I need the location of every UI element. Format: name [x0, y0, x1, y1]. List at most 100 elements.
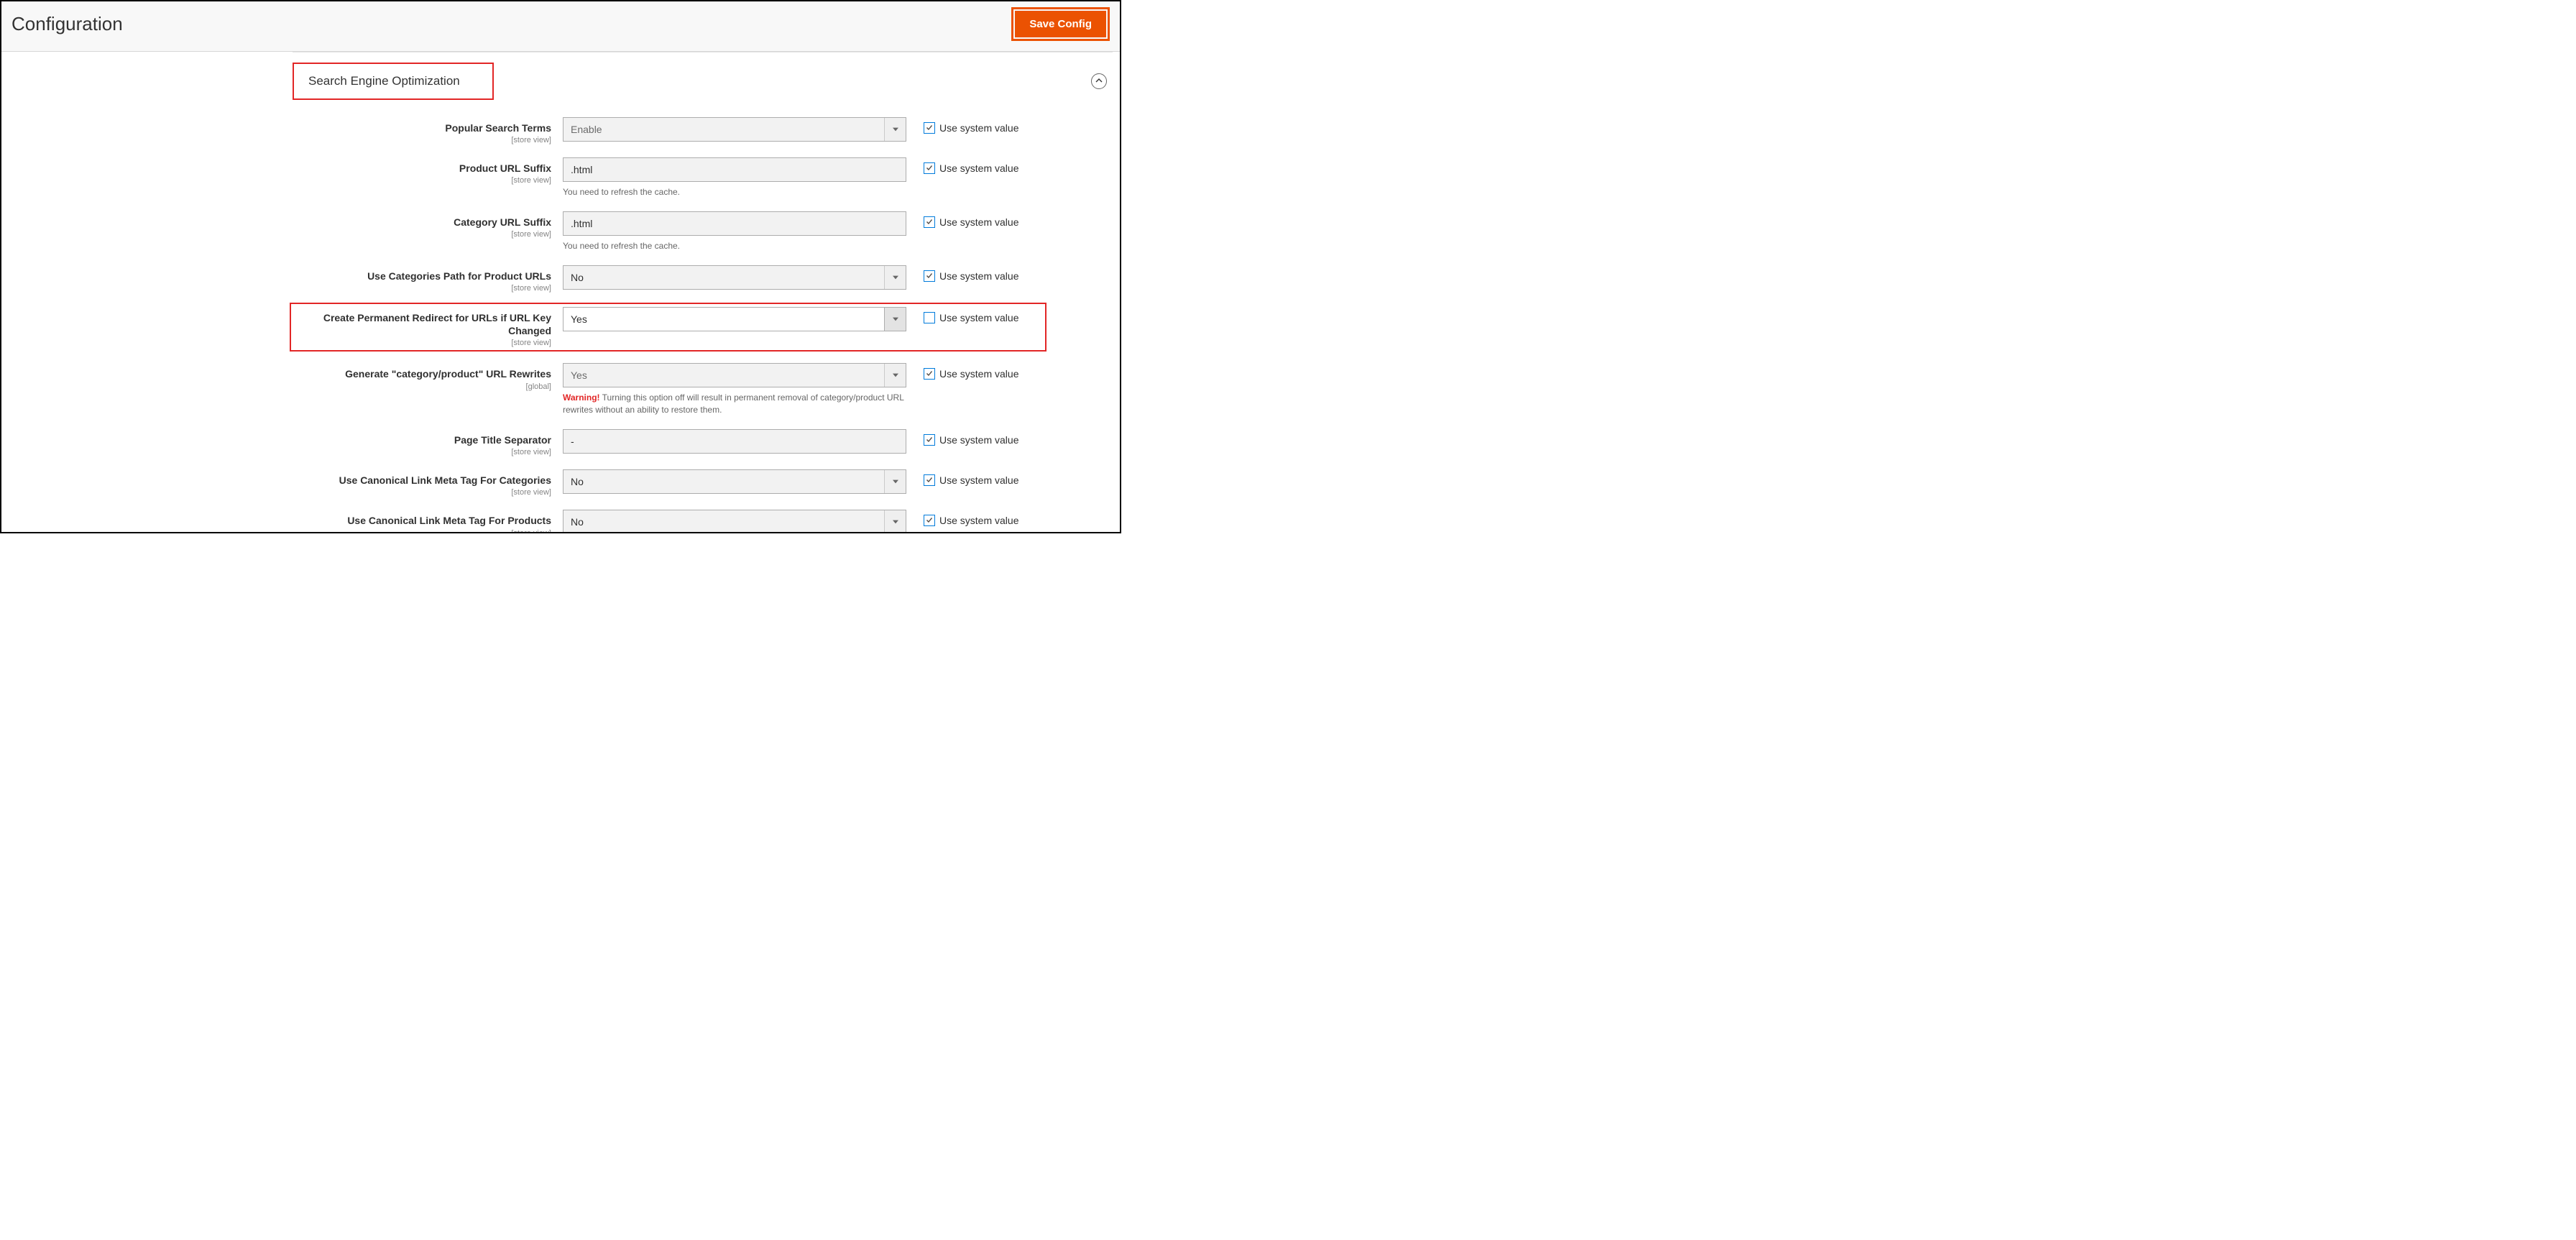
field-label-col: Generate "category/product" URL Rewrites… — [293, 363, 563, 390]
use-categories-path-select[interactable]: No — [563, 265, 906, 290]
popular-search-terms-select[interactable]: Enable — [563, 117, 906, 142]
checkbox-icon — [924, 122, 935, 134]
select-value: No — [564, 272, 884, 283]
field-scope: [store view] — [293, 284, 551, 293]
field-label-col: Category URL Suffix [store view] — [293, 211, 563, 239]
field-scope: [store view] — [293, 488, 551, 497]
field-page-title-separator: Page Title Separator [store view] - Use … — [293, 426, 1113, 458]
field-control: Yes — [563, 307, 908, 331]
use-system-value[interactable]: Use system value — [908, 510, 1018, 526]
chevron-down-icon — [884, 266, 906, 289]
field-label-col: Popular Search Terms [store view] — [293, 117, 563, 144]
field-control: No — [563, 469, 908, 494]
select-value: Enable — [564, 124, 884, 135]
field-label: Use Canonical Link Meta Tag For Products — [347, 515, 551, 526]
field-label: Create Permanent Redirect for URLs if UR… — [323, 312, 551, 336]
field-label-col: Page Title Separator [store view] — [293, 429, 563, 456]
field-canonical-products: Use Canonical Link Meta Tag For Products… — [293, 507, 1113, 533]
field-label: Use Categories Path for Product URLs — [367, 270, 551, 282]
use-system-value[interactable]: Use system value — [908, 429, 1018, 446]
use-system-value[interactable]: Use system value — [908, 307, 1018, 323]
field-popular-search-terms: Popular Search Terms [store view] Enable… — [293, 114, 1113, 146]
warning-text: Turning this option off will result in p… — [563, 392, 903, 415]
field-use-categories-path: Use Categories Path for Product URLs [st… — [293, 262, 1113, 294]
select-value: No — [564, 476, 884, 487]
create-redirect-select[interactable]: Yes — [563, 307, 906, 331]
section-header[interactable]: Search Engine Optimization — [293, 52, 1113, 110]
sys-label: Use system value — [939, 368, 1018, 380]
field-scope: [global] — [293, 382, 551, 391]
chevron-down-icon — [884, 118, 906, 141]
sys-label: Use system value — [939, 474, 1018, 486]
chevron-down-icon — [884, 364, 906, 387]
category-url-suffix-input[interactable]: .html — [563, 211, 906, 236]
field-label: Category URL Suffix — [454, 216, 551, 228]
field-control: Yes Warning! Turning this option off wil… — [563, 363, 908, 416]
canonical-categories-select[interactable]: No — [563, 469, 906, 494]
field-label-col: Use Categories Path for Product URLs [st… — [293, 265, 563, 293]
checkbox-icon — [924, 434, 935, 446]
use-system-value[interactable]: Use system value — [908, 157, 1018, 174]
sys-label: Use system value — [939, 216, 1018, 228]
use-system-value[interactable]: Use system value — [908, 363, 1018, 380]
field-label: Generate "category/product" URL Rewrites — [345, 368, 551, 380]
config-page: Configuration Save Config Search Engine … — [0, 0, 1121, 533]
collapse-icon[interactable] — [1091, 73, 1107, 89]
select-value: Yes — [564, 313, 884, 325]
field-create-permanent-redirect: Create Permanent Redirect for URLs if UR… — [290, 303, 1046, 352]
chevron-down-icon — [884, 470, 906, 493]
field-control: - — [563, 429, 908, 454]
select-value: No — [564, 516, 884, 528]
select-value: Yes — [564, 369, 884, 381]
field-note: Warning! Turning this option off will re… — [563, 392, 908, 416]
field-scope: [store view] — [293, 448, 551, 456]
field-control: .html You need to refresh the cache. — [563, 211, 908, 252]
sys-label: Use system value — [939, 434, 1018, 446]
sys-label: Use system value — [939, 515, 1018, 526]
field-control: No — [563, 510, 908, 533]
chevron-down-icon — [884, 510, 906, 533]
checkbox-icon — [924, 368, 935, 380]
sys-label: Use system value — [939, 162, 1018, 174]
field-scope: [store view] — [293, 136, 551, 144]
use-system-value[interactable]: Use system value — [908, 211, 1018, 228]
field-label: Page Title Separator — [454, 434, 551, 446]
field-scope: [store view] — [293, 230, 551, 239]
field-scope: [store view] — [293, 176, 551, 185]
save-highlight-frame: Save Config — [1011, 7, 1110, 41]
sys-label: Use system value — [939, 312, 1018, 323]
use-system-value[interactable]: Use system value — [908, 117, 1018, 134]
canonical-products-select[interactable]: No — [563, 510, 906, 533]
sys-label: Use system value — [939, 270, 1018, 282]
checkbox-icon — [924, 270, 935, 282]
section-title: Search Engine Optimization — [293, 63, 494, 100]
field-control: No — [563, 265, 908, 290]
field-generate-url-rewrites: Generate "category/product" URL Rewrites… — [293, 360, 1113, 418]
save-config-button[interactable]: Save Config — [1015, 11, 1106, 37]
field-product-url-suffix: Product URL Suffix [store view] .html Yo… — [293, 155, 1113, 200]
page-header: Configuration Save Config — [1, 1, 1120, 52]
use-system-value[interactable]: Use system value — [908, 265, 1018, 282]
page-title: Configuration — [12, 13, 123, 35]
field-note: You need to refresh the cache. — [563, 186, 908, 198]
field-label: Popular Search Terms — [445, 122, 551, 134]
sys-label: Use system value — [939, 122, 1018, 134]
checkbox-icon — [924, 312, 935, 323]
field-label-col: Use Canonical Link Meta Tag For Categori… — [293, 469, 563, 497]
field-label: Product URL Suffix — [459, 162, 551, 174]
checkbox-icon — [924, 162, 935, 174]
warning-prefix: Warning! — [563, 392, 600, 403]
generate-rewrites-select[interactable]: Yes — [563, 363, 906, 387]
seo-section: Search Engine Optimization Popular Searc… — [1, 52, 1120, 533]
chevron-down-icon — [884, 308, 906, 331]
checkbox-icon — [924, 216, 935, 228]
field-category-url-suffix: Category URL Suffix [store view] .html Y… — [293, 208, 1113, 254]
field-control: .html You need to refresh the cache. — [563, 157, 908, 198]
field-control: Enable — [563, 117, 908, 142]
page-title-separator-input[interactable]: - — [563, 429, 906, 454]
field-scope: [store view] — [293, 529, 551, 534]
use-system-value[interactable]: Use system value — [908, 469, 1018, 486]
field-label-col: Create Permanent Redirect for URLs if UR… — [293, 307, 563, 347]
product-url-suffix-input[interactable]: .html — [563, 157, 906, 182]
fields-container: Popular Search Terms [store view] Enable… — [293, 110, 1113, 533]
